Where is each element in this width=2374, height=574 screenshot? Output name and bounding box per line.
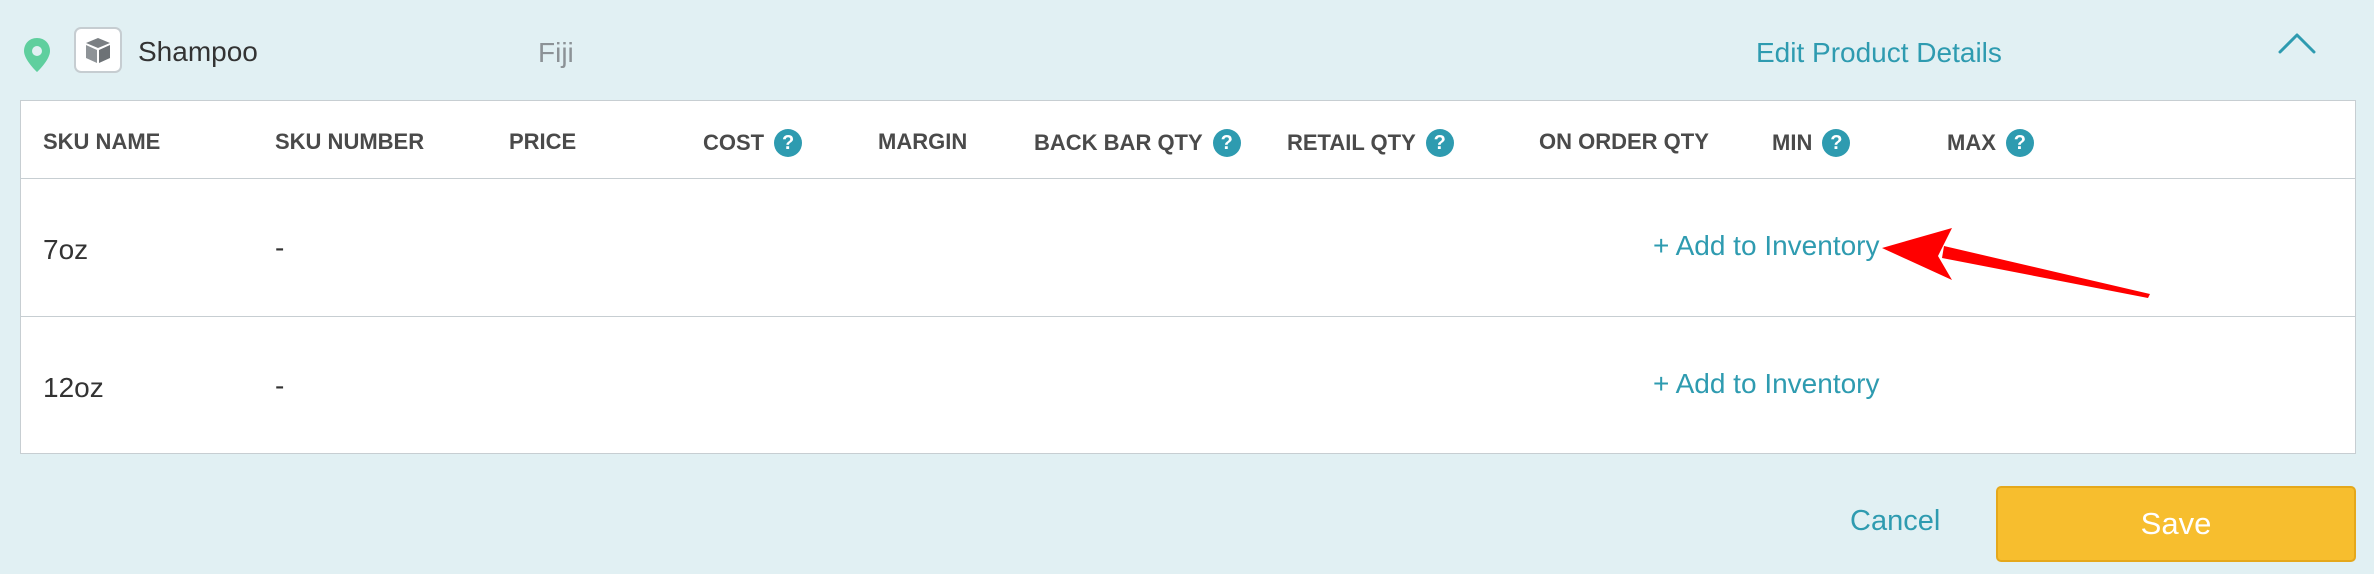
- help-icon[interactable]: ?: [1425, 129, 1454, 157]
- product-box-thumbnail: [74, 27, 122, 73]
- column-header-label: MAX: [1947, 130, 1996, 155]
- column-header-label: SKU NAME: [43, 129, 161, 154]
- column-header-label: MIN: [1772, 130, 1813, 155]
- column-header-price: PRICE: [509, 129, 576, 155]
- column-header-label: BACK BAR QTY: [1034, 130, 1203, 155]
- product-name: Shampoo: [138, 36, 258, 67]
- save-button[interactable]: Save: [1996, 486, 2356, 562]
- location-pin-icon: [24, 38, 50, 72]
- annotation-arrow-icon: [1882, 228, 2150, 298]
- column-header-label: RETAIL QTY: [1287, 130, 1416, 155]
- product-header: Shampoo Fiji Edit Product Details: [0, 0, 2374, 100]
- cancel-button[interactable]: Cancel: [1850, 505, 1940, 537]
- column-header-max: MAX ?: [1947, 129, 2034, 157]
- column-header-label: ON ORDER QTY: [1539, 129, 1709, 154]
- help-icon[interactable]: ?: [1822, 129, 1851, 157]
- add-to-inventory-link[interactable]: + Add to Inventory: [1653, 230, 1880, 262]
- column-header-label: SKU NUMBER: [275, 129, 425, 154]
- sku-name-cell: 12oz: [43, 372, 104, 403]
- add-to-inventory-link[interactable]: + Add to Inventory: [1653, 368, 1880, 400]
- table-header: SKU NAME SKU NUMBER PRICE COST ? MARGIN …: [21, 101, 2355, 179]
- column-header-cost: COST ?: [703, 129, 803, 157]
- help-icon[interactable]: ?: [1212, 129, 1241, 157]
- column-header-margin: MARGIN: [878, 129, 967, 155]
- column-header-retail-qty: RETAIL QTY ?: [1287, 129, 1454, 157]
- column-header-sku-number: SKU NUMBER: [275, 129, 424, 155]
- sku-name-cell: 7oz: [43, 234, 89, 265]
- column-header-back-bar-qty: BACK BAR QTY ?: [1034, 129, 1241, 157]
- column-header-min: MIN ?: [1772, 129, 1851, 157]
- sku-number-cell: -: [275, 232, 285, 263]
- column-header-label: COST: [703, 130, 765, 155]
- help-icon[interactable]: ?: [774, 129, 803, 157]
- chevron-up-icon[interactable]: [2278, 32, 2316, 54]
- help-icon[interactable]: ?: [2005, 129, 2034, 157]
- sku-number-cell: -: [275, 370, 285, 401]
- box-icon: [86, 38, 110, 63]
- location-name: Fiji: [538, 37, 574, 68]
- column-header-sku-name: SKU NAME: [43, 129, 160, 155]
- edit-product-details-link[interactable]: Edit Product Details: [1756, 37, 2002, 69]
- column-header-label: PRICE: [509, 129, 577, 154]
- column-header-on-order-qty: ON ORDER QTY: [1539, 129, 1709, 155]
- table-row: 12oz - + Add to Inventory: [21, 317, 2355, 453]
- column-header-label: MARGIN: [878, 129, 968, 154]
